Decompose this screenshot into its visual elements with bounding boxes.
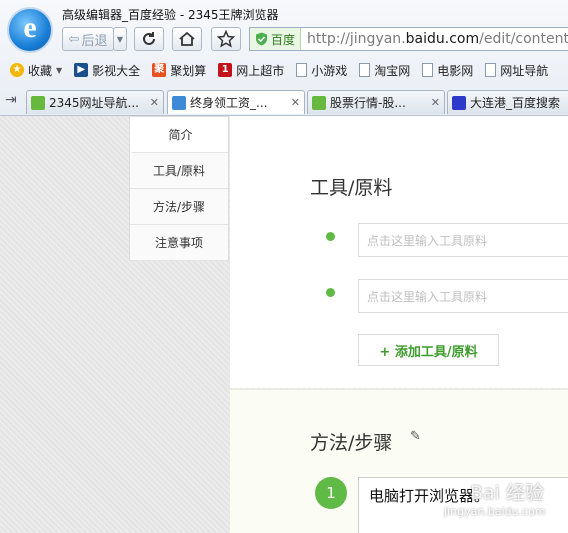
bookmarks-bar: ★ 收藏 ▼ ▶ 影视大全 聚 聚划算 1 网上超市 小游戏 淘宝网 电影网 网… xyxy=(0,58,568,82)
bookmark-favorites[interactable]: ★ 收藏 ▼ xyxy=(10,62,62,79)
reload-icon xyxy=(143,32,155,45)
chevron-down-icon: ▼ xyxy=(56,65,63,75)
bookmark-nav[interactable]: 网址导航 xyxy=(485,62,548,79)
tab-stocks[interactable]: 股票行情-股... ✕ xyxy=(307,90,445,114)
bullet-icon xyxy=(326,232,335,241)
url-prefix: http://jingyan. xyxy=(307,31,406,47)
tab-jingyan[interactable]: 终身领工资_... ✕ xyxy=(167,90,305,114)
back-dropdown-button[interactable]: ▼ xyxy=(113,27,127,51)
side-nav-tools[interactable]: 工具/原料 xyxy=(130,153,228,189)
tools-section: 工具/原料 点击这里输入工具原料 点击这里输入工具原料 + 添加工具/原料 xyxy=(230,116,568,388)
home-button[interactable] xyxy=(172,27,202,51)
bookmark-label: 网址导航 xyxy=(500,63,549,78)
tool-input[interactable]: 点击这里输入工具原料 xyxy=(358,279,568,313)
tab-2345[interactable]: 2345网址导航... ✕ xyxy=(26,90,164,114)
url-text[interactable]: http://jingyan.baidu.com/edit/content xyxy=(301,31,568,47)
steps-title: 方法/步骤 xyxy=(310,432,393,454)
star-icon xyxy=(217,30,235,48)
tab-restore-icon[interactable]: ⇥ xyxy=(5,92,17,108)
bookmark-movies[interactable]: 电影网 xyxy=(422,62,473,79)
bookmark-label: 影视大全 xyxy=(92,63,141,78)
secure-badge[interactable]: 百度 xyxy=(250,28,302,50)
add-tool-button[interactable]: + 添加工具/原料 xyxy=(358,334,499,366)
bookmark-label: 网上超市 xyxy=(236,63,285,78)
tab-dalian[interactable]: 大连港_百度搜索 xyxy=(447,90,568,114)
page-icon xyxy=(359,63,371,77)
side-nav: 简介 工具/原料 方法/步骤 注意事项 xyxy=(129,116,229,261)
baidu-paw-icon xyxy=(452,95,466,110)
bookmark-label: 电影网 xyxy=(437,63,474,78)
url-domain: baidu.com xyxy=(405,31,480,47)
side-nav-intro[interactable]: 简介 xyxy=(130,117,228,153)
back-arrow-icon: ⇦ xyxy=(68,31,80,47)
shield-check-icon xyxy=(256,32,267,46)
juhuasuan-icon: 聚 xyxy=(152,63,167,77)
secure-badge-label: 百度 xyxy=(271,32,296,47)
bookmark-label: 小游戏 xyxy=(311,63,348,78)
tool-input[interactable]: 点击这里输入工具原料 xyxy=(358,223,568,257)
window-title: 高级编辑器_百度经验 - 2345王牌浏览器 xyxy=(62,8,279,22)
side-nav-notes[interactable]: 注意事项 xyxy=(130,225,228,261)
home-icon xyxy=(31,95,45,110)
bookmark-label: 聚划算 xyxy=(170,63,207,78)
back-label: 后退 xyxy=(81,33,108,49)
page-icon xyxy=(485,63,497,77)
address-bar[interactable]: 百度 http://jingyan.baidu.com/edit/content xyxy=(249,27,568,51)
step-number: 1 xyxy=(315,477,347,509)
browser-logo-icon: e xyxy=(7,7,53,53)
film-icon: ▶ xyxy=(74,63,89,77)
tab-label: 终身领工资_... xyxy=(190,96,268,110)
side-nav-steps[interactable]: 方法/步骤 xyxy=(130,189,228,225)
bookmark-supermarket[interactable]: 1 网上超市 xyxy=(218,62,284,79)
star-add-icon: ★ xyxy=(10,63,24,77)
tools-title: 工具/原料 xyxy=(310,177,393,199)
back-button[interactable]: ⇦ 后退 xyxy=(62,27,114,51)
bookmark-juhuasuan[interactable]: 聚 聚划算 xyxy=(152,62,206,79)
pencil-icon[interactable]: ✎ xyxy=(410,429,421,444)
baidu-jingyan-icon xyxy=(172,95,186,110)
close-icon[interactable]: ✕ xyxy=(431,96,440,109)
reload-button[interactable] xyxy=(134,27,164,51)
favorite-button[interactable] xyxy=(211,27,241,51)
bookmark-label: 淘宝网 xyxy=(374,63,411,78)
tab-label: 股票行情-股... xyxy=(330,96,406,110)
supermarket-icon: 1 xyxy=(218,63,233,77)
page-icon xyxy=(296,63,308,77)
close-icon[interactable]: ✕ xyxy=(150,96,159,109)
chevron-down-icon: ▼ xyxy=(116,34,124,44)
bullet-icon xyxy=(326,288,335,297)
page-icon xyxy=(422,63,434,77)
close-icon[interactable]: ✕ xyxy=(291,96,300,109)
watermark-logo: Bai 经验 xyxy=(470,482,544,504)
bookmark-games[interactable]: 小游戏 xyxy=(296,62,347,79)
bookmark-label: 收藏 xyxy=(28,63,53,78)
tab-label: 2345网址导航... xyxy=(49,96,139,110)
bookmark-film[interactable]: ▶ 影视大全 xyxy=(74,62,140,79)
home-icon xyxy=(312,95,326,110)
home-icon xyxy=(179,31,195,46)
tab-label: 大连港_百度搜索 xyxy=(470,96,561,110)
tab-bar: ⇥ 2345网址导航... ✕ 终身领工资_... ✕ 股票行情-股... ✕ … xyxy=(0,88,568,115)
bookmark-taobao[interactable]: 淘宝网 xyxy=(359,62,410,79)
watermark-url: jingyan.baidu.com xyxy=(444,505,546,518)
url-path: /edit/content xyxy=(479,31,568,47)
browser-chrome: e 高级编辑器_百度经验 - 2345王牌浏览器 ⇦ 后退 ▼ 百度 http:… xyxy=(0,0,568,116)
